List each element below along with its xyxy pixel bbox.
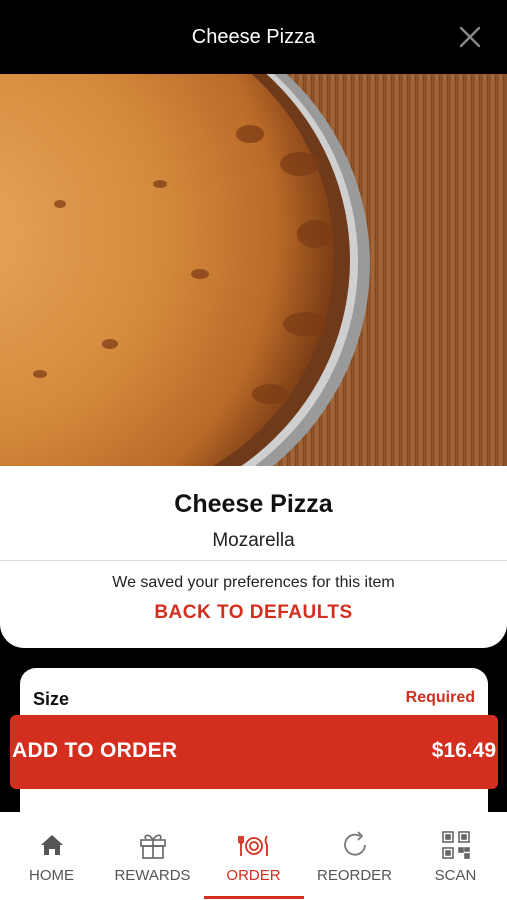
qr-code-icon — [439, 828, 473, 862]
item-photo — [0, 74, 507, 466]
required-badge: Required — [405, 689, 475, 706]
refresh-icon — [338, 828, 372, 862]
tab-order[interactable]: ORDER — [203, 812, 304, 900]
gift-icon — [136, 828, 170, 862]
add-to-order-label: ADD TO ORDER — [12, 739, 178, 762]
tab-home-label: HOME — [29, 867, 74, 884]
close-icon — [459, 26, 481, 48]
tab-rewards-label: REWARDS — [114, 867, 191, 884]
tab-reorder-label: REORDER — [316, 867, 392, 884]
tab-home[interactable]: HOME — [1, 812, 102, 900]
tab-order-label: ORDER — [226, 867, 281, 884]
home-icon — [35, 828, 69, 862]
divider — [0, 560, 507, 561]
back-to-defaults-link[interactable]: BACK TO DEFAULTS — [0, 602, 507, 624]
active-tab-indicator — [204, 896, 304, 899]
saved-preferences-note: We saved your preferences for this item — [112, 574, 395, 591]
item-description: Mozarella — [212, 530, 295, 551]
tab-scan[interactable]: SCAN — [405, 812, 506, 900]
bottom-tab-bar: HOME REWARDS ORDER REORDER SCAN — [0, 812, 507, 900]
size-label: Size — [33, 689, 70, 709]
tab-rewards[interactable]: REWARDS — [102, 812, 203, 900]
page-title: Cheese Pizza — [191, 26, 316, 48]
order-price: $16.49 — [431, 739, 496, 762]
item-name: Cheese Pizza — [174, 490, 333, 518]
item-info-card: Cheese Pizza Mozarella We saved your pre… — [0, 466, 507, 648]
plate-utensils-icon — [237, 828, 271, 862]
tab-scan-label: SCAN — [434, 867, 477, 884]
tab-reorder[interactable]: REORDER — [304, 812, 405, 900]
close-button[interactable] — [457, 24, 483, 50]
add-to-order-button[interactable]: ADD TO ORDER $16.49 — [10, 715, 498, 789]
top-bar: Cheese Pizza — [0, 0, 507, 74]
